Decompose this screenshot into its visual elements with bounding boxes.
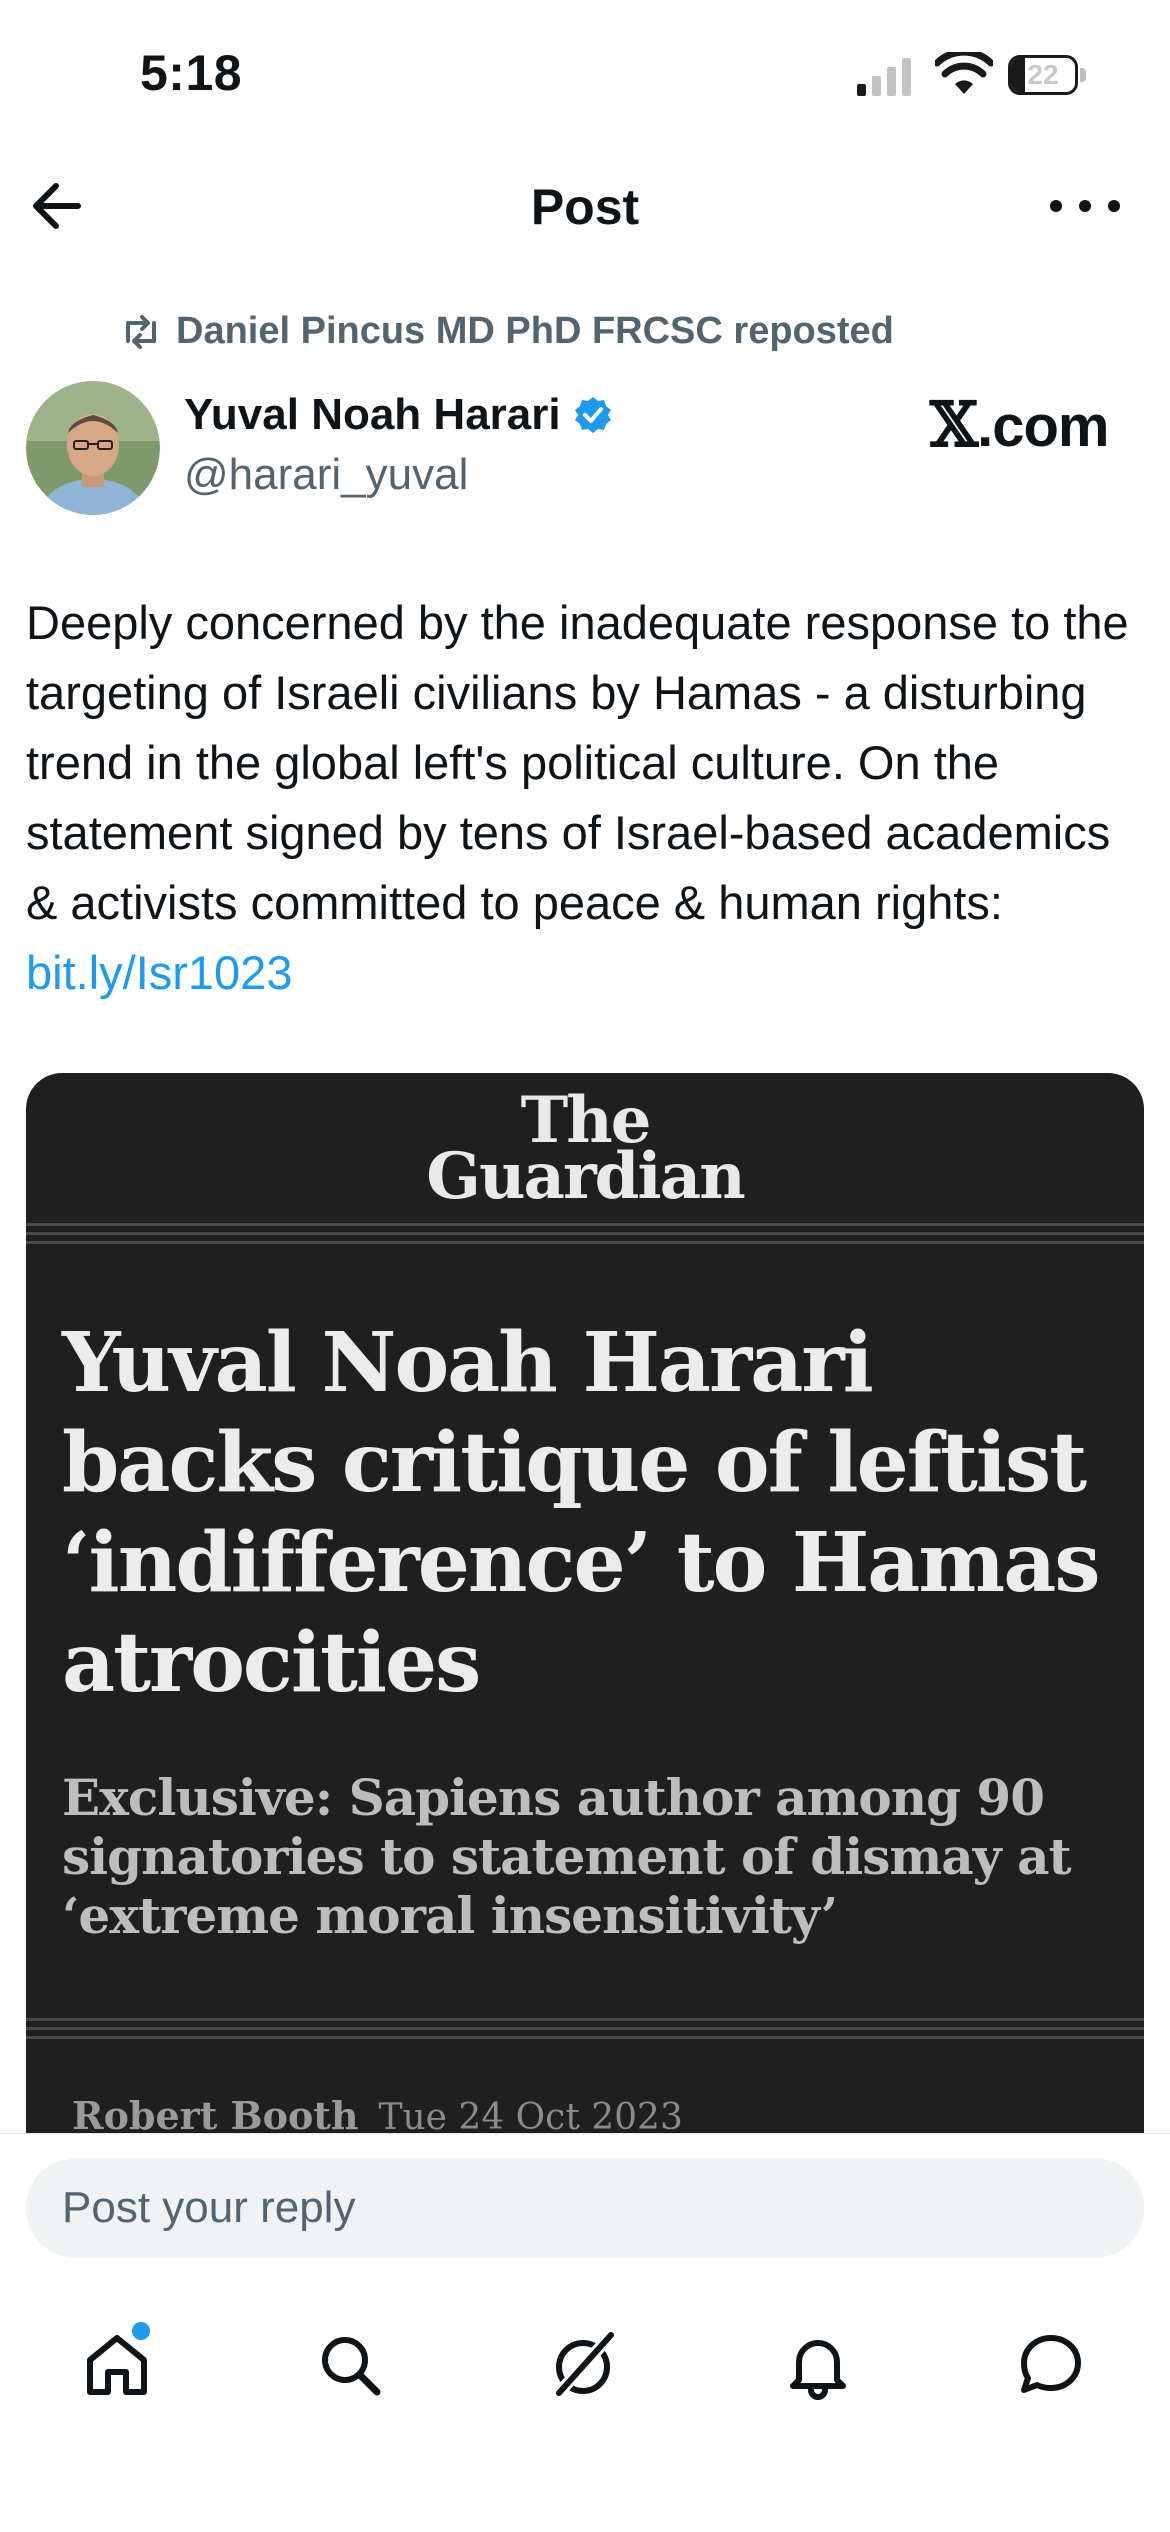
battery-icon: 22 (1008, 55, 1088, 97)
wifi-icon (935, 52, 993, 94)
reply-input[interactable] (26, 2158, 1144, 2258)
bottom-navigation (0, 2278, 1170, 2532)
article-date: Tue 24 Oct 2023 (378, 2097, 683, 2133)
tweet-body: Deeply concerned by the inadequate respo… (26, 596, 1129, 929)
grok-icon (552, 2330, 616, 2400)
more-options-icon[interactable] (1050, 186, 1120, 226)
author-handle[interactable]: @harari_yuval (184, 450, 468, 500)
messages-icon (1021, 2335, 1081, 2393)
battery-level: 22 (1027, 59, 1059, 90)
nav-home[interactable] (72, 2320, 162, 2410)
repost-indicator[interactable]: Daniel Pincus MD PhD FRCSC reposted (120, 310, 894, 353)
nav-search[interactable] (305, 2320, 395, 2410)
article-byline: Robert Booth Tue 24 Oct 2023 (72, 2093, 683, 2133)
repost-text: Daniel Pincus MD PhD FRCSC reposted (176, 310, 894, 352)
link-preview-card[interactable]: The Guardian Yuval Noah Harari backs cri… (26, 1073, 1144, 2133)
article-author: Robert Booth (72, 2093, 359, 2133)
repost-icon (126, 314, 156, 349)
signal-icon (857, 58, 911, 96)
logo-line-2: Guardian (426, 1139, 745, 1214)
tweet-text: Deeply concerned by the inadequate respo… (26, 588, 1151, 1008)
guardian-logo: The Guardian (26, 1089, 1144, 1214)
nav-notifications[interactable] (773, 2320, 863, 2410)
status-time: 5:18 (140, 45, 243, 101)
x-com-badge[interactable]: 𝕏 .com (930, 388, 1109, 461)
reply-bar (0, 2133, 1170, 2279)
nav-grok[interactable] (538, 2320, 628, 2410)
search-icon (322, 2337, 381, 2396)
home-icon (87, 2335, 147, 2395)
notification-dot (132, 2322, 150, 2340)
author-name-text: Yuval Noah Harari (184, 390, 561, 439)
verified-badge-icon (574, 397, 611, 433)
tweet-link[interactable]: bit.ly/Isr1023 (26, 946, 292, 999)
article-standfirst: Exclusive: Sapiens author among 90 signa… (62, 1768, 1072, 1945)
avatar[interactable] (26, 381, 160, 515)
x-com-suffix: .com (977, 394, 1109, 459)
notifications-icon (790, 2340, 846, 2400)
article-headline: Yuval Noah Harari backs critique of left… (62, 1315, 1101, 1711)
page-title: Post (530, 179, 640, 235)
nav-messages[interactable] (1006, 2320, 1096, 2410)
divider (26, 1223, 1144, 1250)
author-name[interactable]: Yuval Noah Harari (184, 390, 613, 440)
x-logo-icon: 𝕏 (930, 388, 978, 461)
divider (26, 2018, 1144, 2045)
